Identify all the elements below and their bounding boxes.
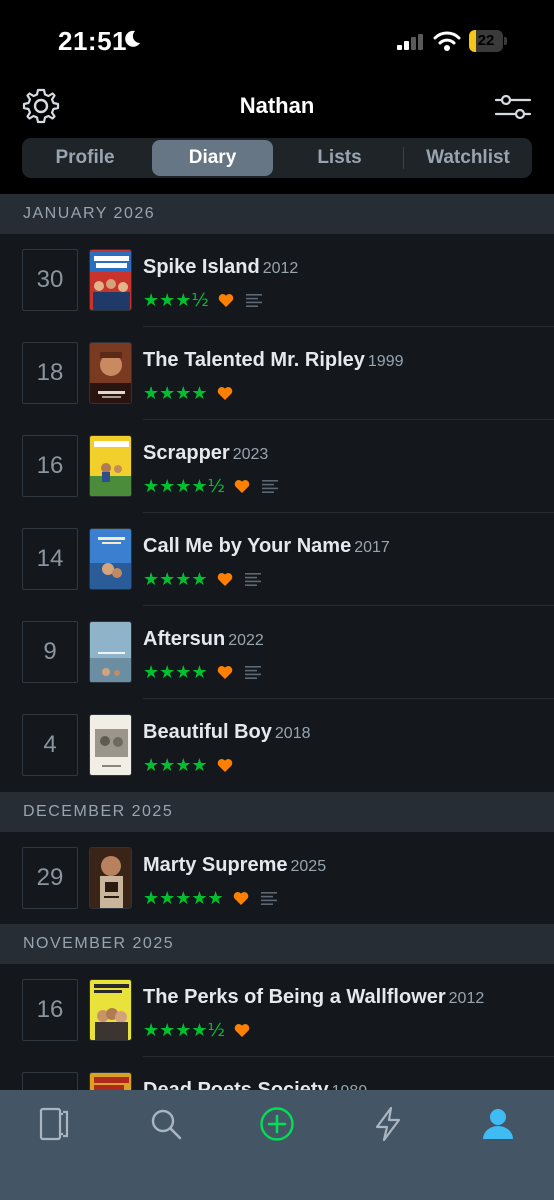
entry-day — [22, 1072, 78, 1090]
profile-icon[interactable] — [480, 1106, 516, 1142]
tab-divider — [403, 147, 404, 169]
battery-indicator: 22 — [469, 30, 507, 52]
month-header: DECEMBER 2025 — [0, 792, 554, 832]
film-title[interactable]: The Perks of Being a Wallflower — [143, 986, 446, 1008]
film-title[interactable]: Beautiful Boy — [143, 721, 272, 743]
review-icon — [245, 293, 262, 307]
star-rating: ★★★★ — [143, 754, 208, 776]
film-poster[interactable] — [89, 435, 132, 497]
add-icon[interactable] — [259, 1106, 295, 1142]
tab-profile[interactable]: Profile — [24, 140, 146, 176]
heart-icon — [217, 665, 232, 679]
entry-day: 29 — [22, 847, 78, 909]
film-title[interactable]: Aftersun — [143, 628, 225, 650]
film-title[interactable]: Marty Supreme — [143, 854, 288, 876]
heart-icon — [217, 758, 232, 772]
diary-list[interactable]: JANUARY 2026 30 Spike Island 2012 ★★★½ 18… — [0, 194, 554, 1090]
heart-icon — [234, 1023, 250, 1037]
entry-day: 4 — [22, 714, 78, 776]
profile-header: Nathan Profile Diary Lists Watchlist — [0, 80, 554, 194]
diary-entry[interactable]: 18 The Talented Mr. Ripley 1999 ★★★★ — [0, 327, 554, 420]
wifi-icon — [433, 31, 461, 51]
film-year: 2017 — [354, 539, 390, 556]
star-rating: ★★★★½ — [143, 1019, 225, 1041]
film-poster[interactable] — [89, 342, 132, 404]
film-title[interactable]: The Talented Mr. Ripley — [143, 349, 365, 371]
entry-day: 16 — [22, 435, 78, 497]
diary-entry[interactable]: 4 Beautiful Boy 2018 ★★★★ — [0, 699, 554, 792]
tab-lists[interactable]: Lists — [279, 140, 400, 176]
diary-entry[interactable]: 16 The Perks of Being a Wallflower 2012 ★… — [0, 964, 554, 1057]
month-header: JANUARY 2026 — [0, 194, 554, 234]
film-poster[interactable] — [89, 714, 132, 776]
star-rating: ★★★½ — [143, 289, 209, 311]
review-icon — [244, 572, 261, 586]
status-time: 21:51 — [58, 26, 127, 56]
star-rating: ★★★★ — [143, 382, 208, 404]
film-poster[interactable] — [89, 621, 132, 683]
review-icon — [260, 891, 277, 905]
film-year: 2012 — [448, 990, 485, 1007]
film-year: 2022 — [228, 632, 264, 649]
heart-icon — [217, 386, 232, 400]
search-icon[interactable] — [148, 1106, 184, 1142]
entry-day: 14 — [22, 528, 78, 590]
activity-icon[interactable] — [370, 1106, 406, 1142]
heart-icon — [218, 293, 234, 307]
tab-bar — [0, 1090, 554, 1200]
review-icon — [244, 665, 261, 679]
diary-entry[interactable]: 29 Marty Supreme 2025 ★★★★★ — [0, 832, 554, 925]
film-title[interactable]: Dead Poets Society — [143, 1079, 329, 1090]
star-rating: ★★★★ — [143, 568, 208, 590]
film-poster[interactable] — [89, 1072, 132, 1090]
tab-watchlist[interactable]: Watchlist — [406, 140, 530, 176]
film-poster[interactable] — [89, 847, 132, 909]
heart-icon — [234, 479, 250, 493]
star-rating: ★★★★½ — [143, 475, 225, 497]
month-header: NOVEMBER 2025 — [0, 924, 554, 964]
film-title[interactable]: Scrapper — [143, 442, 230, 464]
diary-entry[interactable]: 9 Aftersun 2022 ★★★★ — [0, 606, 554, 699]
page-title: Nathan — [239, 93, 315, 118]
heart-icon — [217, 572, 232, 586]
profile-tabs: Profile Diary Lists Watchlist — [22, 138, 532, 178]
film-year: 2023 — [232, 446, 269, 463]
film-poster[interactable] — [89, 528, 132, 590]
tab-diary[interactable]: Diary — [152, 140, 273, 176]
films-icon[interactable] — [37, 1106, 73, 1142]
heart-icon — [233, 891, 248, 905]
moon-icon — [125, 30, 140, 47]
diary-entry[interactable]: 16 Scrapper 2023 ★★★★½ — [0, 420, 554, 513]
diary-entry[interactable]: 30 Spike Island 2012 ★★★½ — [0, 234, 554, 327]
entry-day: 30 — [22, 249, 78, 311]
star-rating: ★★★★ — [143, 661, 208, 683]
signal-icon — [397, 34, 423, 50]
film-poster[interactable] — [89, 249, 132, 311]
review-icon — [262, 479, 278, 493]
diary-entry[interactable]: 14 Call Me by Your Name 2017 ★★★★ — [0, 513, 554, 606]
film-year: 2012 — [262, 260, 299, 277]
film-year: 2025 — [290, 858, 327, 875]
filter-icon[interactable] — [494, 92, 532, 122]
diary-entry[interactable]: Dead Poets Society1989 — [0, 1057, 554, 1090]
film-title[interactable]: Call Me by Your Name — [143, 535, 351, 557]
status-bar: 21:51 22 — [0, 0, 554, 80]
entry-day: 9 — [22, 621, 78, 683]
star-rating: ★★★★★ — [143, 887, 224, 909]
entry-day: 18 — [22, 342, 78, 404]
entry-day: 16 — [22, 979, 78, 1041]
film-year: 2018 — [274, 725, 311, 742]
film-year: 1999 — [367, 353, 404, 370]
film-poster[interactable] — [89, 979, 132, 1041]
film-year: 1989 — [332, 1083, 368, 1090]
film-title[interactable]: Spike Island — [143, 256, 260, 278]
battery-percent: 22 — [477, 32, 495, 49]
